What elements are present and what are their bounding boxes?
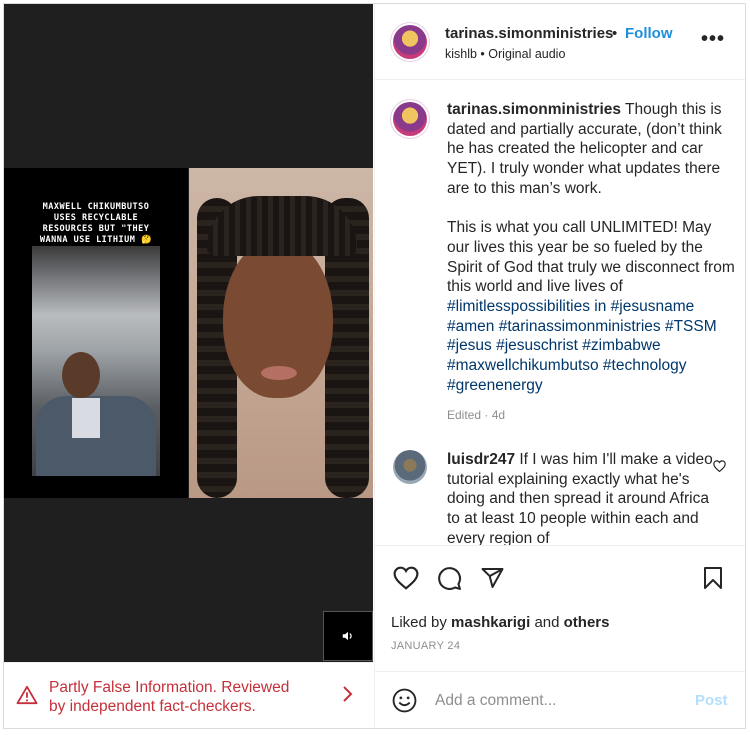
speaker-photo — [32, 246, 160, 476]
caption-hashtags[interactable]: #limitlesspossibilities in #jesusname #a… — [447, 298, 717, 394]
commenter-avatar[interactable] — [393, 450, 427, 484]
post-header: tarinas.simonministries • Follow kishlb … — [375, 4, 745, 80]
commenter-username[interactable]: luisdr247 — [447, 451, 515, 468]
comment-text: luisdr247 If I was him I'll make a video… — [447, 450, 715, 545]
likes-summary: Liked by mashkarigi and others — [391, 614, 609, 631]
caption-avatar[interactable] — [393, 102, 427, 136]
header-separator: • — [612, 25, 618, 42]
caption-username[interactable]: tarinas.simonministries — [447, 101, 621, 118]
video-left-panel: MAXWELL CHIKUMBUTSO USES RECYCLABLE RESO… — [4, 168, 188, 498]
author-username[interactable]: tarinas.simonministries — [445, 25, 613, 42]
warning-icon — [16, 685, 38, 705]
post-comment-button[interactable]: Post — [695, 692, 728, 709]
likes-others[interactable]: others — [564, 614, 610, 631]
more-options-icon[interactable]: ••• — [701, 28, 725, 51]
post-media[interactable]: MAXWELL CHIKUMBUTSO USES RECYCLABLE RESO… — [4, 4, 373, 662]
video-overlay-text: MAXWELL CHIKUMBUTSO USES RECYCLABLE RESO… — [39, 202, 153, 245]
share-icon[interactable] — [480, 566, 505, 590]
lips — [261, 366, 297, 380]
bookmark-icon[interactable] — [703, 566, 723, 590]
likes-and: and — [534, 614, 560, 631]
speaker-icon — [342, 631, 352, 641]
add-comment-input[interactable] — [435, 688, 675, 714]
caption-meta: Edited · 4d — [447, 408, 506, 422]
post-side-panel: tarinas.simonministries • Follow kishlb … — [374, 4, 745, 728]
author-avatar[interactable] — [393, 25, 427, 59]
fact-check-text: Partly False Information. Reviewed by in… — [49, 679, 290, 715]
caption-text: tarinas.simonministries Though this is d… — [447, 100, 737, 396]
hair-top — [207, 196, 357, 256]
caption-body-2: This is what you call UNLIMITED! May our… — [447, 219, 735, 296]
follow-button[interactable]: Follow — [625, 25, 673, 42]
comment-like-heart-icon[interactable] — [713, 460, 726, 472]
speaker-shirt — [72, 398, 100, 438]
audio-label[interactable]: kishlb • Original audio — [445, 47, 565, 61]
fact-check-banner[interactable]: Partly False Information. Reviewed by in… — [4, 662, 373, 728]
comment-icon[interactable] — [437, 566, 462, 591]
speaker-head — [62, 352, 100, 398]
likes-prefix: Liked by — [391, 614, 447, 631]
video-right-panel — [189, 168, 373, 498]
emoji-icon[interactable] — [392, 688, 417, 713]
add-comment-bar: Post — [375, 671, 745, 728]
mute-toggle-button[interactable] — [323, 611, 373, 661]
post-date[interactable]: JANUARY 24 — [391, 640, 460, 652]
chevron-right-icon[interactable] — [341, 685, 353, 703]
comments-list[interactable]: tarinas.simonministries Though this is d… — [375, 81, 745, 545]
heart-icon[interactable] — [393, 566, 419, 590]
likes-user[interactable]: mashkarigi — [451, 614, 530, 631]
post-modal: MAXWELL CHIKUMBUTSO USES RECYCLABLE RESO… — [3, 3, 746, 729]
